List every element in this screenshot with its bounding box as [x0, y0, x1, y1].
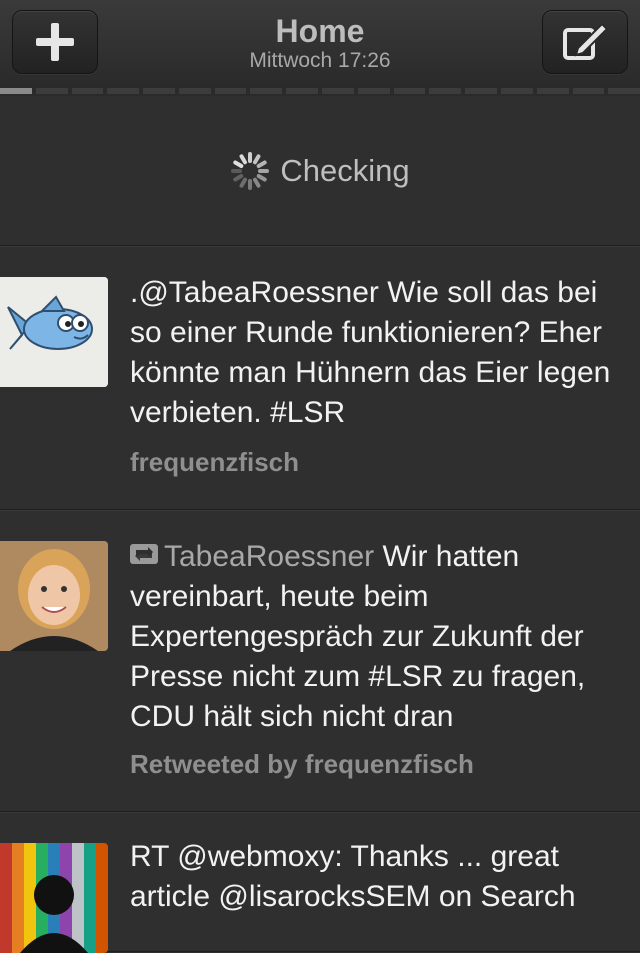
- tweet-author[interactable]: frequenzfisch: [130, 447, 299, 478]
- progress-tick: [143, 88, 175, 94]
- pull-to-refresh: Checking: [0, 96, 640, 246]
- timeline-tweet[interactable]: .@TabeaRoessner Wie soll das bei so eine…: [0, 246, 640, 510]
- progress-tick: [572, 88, 605, 94]
- progress-tick: [536, 88, 569, 94]
- progress-tick: [286, 88, 319, 94]
- tweet-text: RT @webmoxy: Thanks ... great article @l…: [130, 840, 576, 913]
- refresh-progress: [0, 88, 640, 96]
- tweet-text: TabeaRoessner Wir hatten vereinbart, heu…: [130, 537, 630, 737]
- silhouette-icon: [0, 843, 108, 953]
- timeline-tweet[interactable]: TabeaRoessner Wir hatten vereinbart, heu…: [0, 510, 640, 812]
- add-account-button[interactable]: [12, 10, 98, 74]
- retweet-icon: [130, 544, 158, 564]
- portrait-icon: [0, 541, 108, 651]
- progress-tick: [357, 88, 390, 94]
- spinner-icon: [231, 151, 270, 190]
- progress-tick: [0, 88, 32, 94]
- progress-tick: [71, 88, 104, 94]
- tweet-text: .@TabeaRoessner Wie soll das bei so eine…: [130, 276, 611, 429]
- progress-tick: [250, 88, 283, 94]
- fish-avatar[interactable]: [0, 277, 108, 387]
- retweet-author[interactable]: TabeaRoessner: [164, 540, 374, 573]
- page-title: Home: [275, 13, 365, 49]
- compose-button[interactable]: [542, 10, 628, 74]
- progress-tick: [214, 88, 247, 94]
- retweeted-by[interactable]: Retweeted by frequenzfisch: [130, 749, 474, 780]
- progress-tick: [500, 88, 533, 94]
- title-area: Home Mittwoch 17:26: [140, 12, 500, 74]
- progress-tick: [322, 88, 354, 94]
- progress-tick: [429, 88, 462, 94]
- navigation-bar: Home Mittwoch 17:26: [0, 0, 640, 89]
- timeline-tweet[interactable]: RT @webmoxy: Thanks ... great article @l…: [0, 812, 640, 953]
- progress-tick: [465, 88, 497, 94]
- woman-avatar[interactable]: [0, 541, 108, 651]
- progress-tick: [393, 88, 426, 94]
- progress-tick: [35, 88, 68, 94]
- fish-icon: [0, 277, 108, 387]
- compose-icon: [563, 22, 608, 60]
- page-subtitle: Mittwoch 17:26: [249, 49, 391, 72]
- silhouette-avatar[interactable]: [0, 843, 108, 953]
- progress-tick: [178, 88, 211, 94]
- progress-tick: [608, 88, 640, 94]
- progress-tick: [107, 88, 140, 94]
- checking-label: Checking: [280, 152, 410, 188]
- plus-icon: [36, 23, 74, 61]
